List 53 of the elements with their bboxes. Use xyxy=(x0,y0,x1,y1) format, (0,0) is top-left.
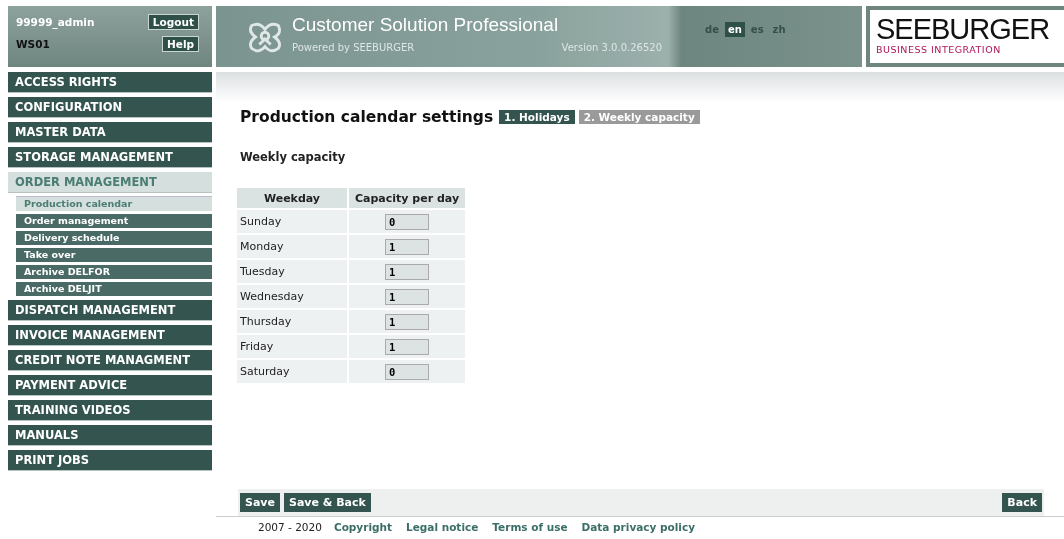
menu-item[interactable]: ACCESS RIGHTS xyxy=(8,72,212,93)
weekday-cell: Saturday xyxy=(237,360,349,383)
capacity-field[interactable]: 1 xyxy=(385,288,430,305)
copyright-years: 2007 - 2020 xyxy=(258,521,322,533)
weekday-cell: Thursday xyxy=(237,310,349,333)
menu-item[interactable]: STORAGE MANAGEMENT xyxy=(8,147,212,168)
menu-item[interactable]: PRINT JOBS xyxy=(8,450,212,471)
capacity-field[interactable]: 1 xyxy=(385,338,430,355)
menu-item[interactable]: CREDIT NOTE MANAGMENT xyxy=(8,350,212,371)
app-subtitle: Powered by SEEBURGER xyxy=(292,42,415,53)
user-name: 99999_admin xyxy=(16,16,95,28)
logout-button[interactable]: Logout xyxy=(147,14,199,30)
weekday-cell: Sunday xyxy=(237,210,349,233)
logo-name: SEEBURGER xyxy=(876,14,1050,44)
submenu-item[interactable]: Archive DELJIT xyxy=(16,282,212,296)
menu-item[interactable]: INVOICE MANAGEMENT xyxy=(8,325,212,346)
help-button[interactable]: Help xyxy=(161,36,199,52)
column-header: Weekday xyxy=(237,188,349,208)
menu-item[interactable]: DISPATCH MANAGEMENT xyxy=(8,300,212,321)
footer-link[interactable]: Data privacy policy xyxy=(581,521,696,533)
capacity-field[interactable]: 0 xyxy=(385,213,430,230)
section-heading: Weekly capacity xyxy=(240,150,347,164)
weekday-cell: Friday xyxy=(237,335,349,358)
app-title: Customer Solution Professional xyxy=(292,14,560,36)
weekday-cell: Tuesday xyxy=(237,260,349,283)
action-button[interactable]: Save xyxy=(240,493,280,512)
version-label: Version 3.0.0.26520 xyxy=(561,42,662,53)
footer-link[interactable]: Copyright xyxy=(333,521,392,533)
capacity-field[interactable]: 1 xyxy=(385,313,430,330)
menu-item[interactable]: MANUALS xyxy=(8,425,212,446)
capacity-field[interactable]: 1 xyxy=(385,238,430,255)
menu-item[interactable]: PAYMENT ADVICE xyxy=(8,375,212,396)
language-link[interactable]: en xyxy=(724,22,745,37)
footer-link[interactable]: Terms of use xyxy=(492,521,568,533)
back-button[interactable]: Back xyxy=(1002,493,1042,512)
menu-item[interactable]: CONFIGURATION xyxy=(8,97,212,118)
workstation-label: WS01 xyxy=(16,38,50,50)
logo-tagline: BUSINESS INTEGRATION xyxy=(876,44,1001,55)
submenu-item[interactable]: Take over xyxy=(16,248,212,262)
capacity-field[interactable]: 1 xyxy=(385,263,430,280)
capacity-field[interactable]: 0 xyxy=(385,363,430,380)
step-tab[interactable]: 1. Holidays xyxy=(499,110,575,124)
submenu-item[interactable]: Delivery schedule xyxy=(16,231,212,245)
weekday-cell: Monday xyxy=(237,235,349,258)
footer-link[interactable]: Legal notice xyxy=(406,521,479,533)
page-title: Production calendar settings xyxy=(240,108,494,126)
submenu-item[interactable]: Order management xyxy=(16,214,212,228)
menu-item[interactable]: MASTER DATA xyxy=(8,122,212,143)
action-button[interactable]: Save & Back xyxy=(284,493,371,512)
column-header: Capacity per day xyxy=(349,188,466,208)
weekday-cell: Wednesday xyxy=(237,285,349,308)
submenu-item[interactable]: Archive DELFOR xyxy=(16,265,212,279)
menu-item[interactable]: TRAINING VIDEOS xyxy=(8,400,212,421)
